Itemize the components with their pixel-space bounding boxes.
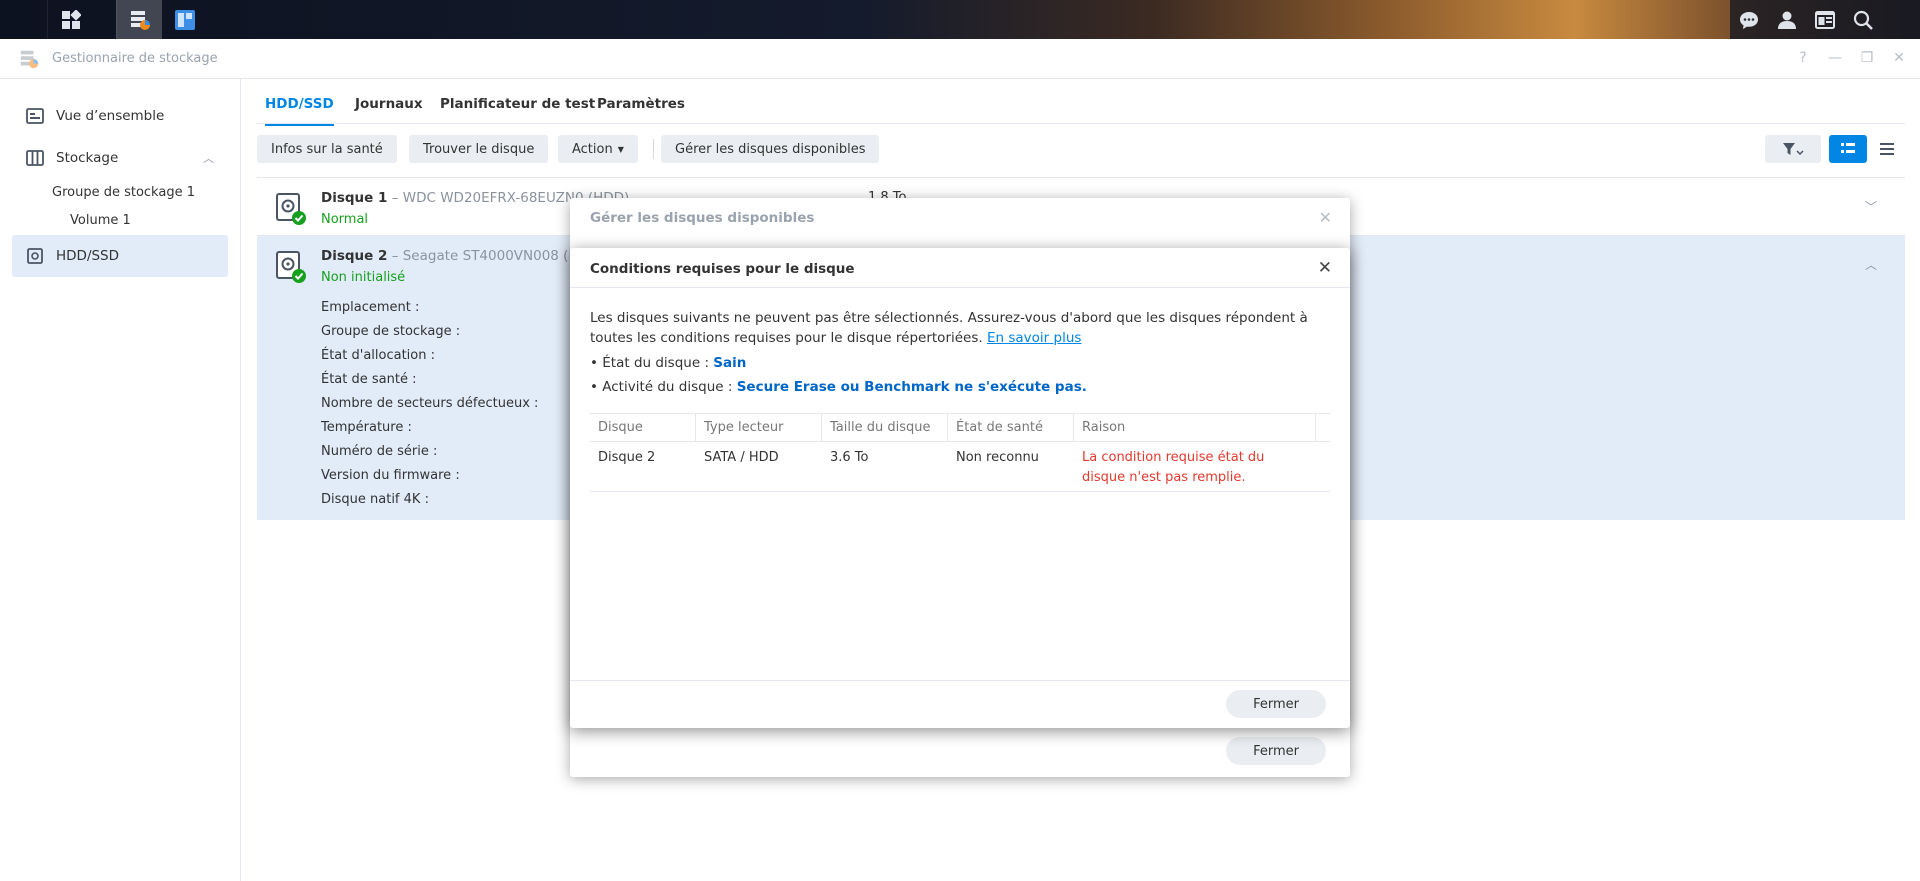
list-view-button[interactable] — [1829, 135, 1867, 163]
dialog-footer: Fermer — [570, 680, 1350, 728]
cell-health: Non reconnu — [956, 450, 1039, 465]
close-button[interactable]: Fermer — [1226, 737, 1326, 765]
health-info-button[interactable]: Infos sur la santé — [257, 135, 397, 163]
dialog-title: Gérer les disques disponibles — [590, 210, 815, 226]
condition-disk-state: • État du disque : Sain — [590, 355, 747, 371]
main-menu-button[interactable] — [47, 0, 93, 39]
filter-button[interactable] — [1765, 135, 1821, 163]
detail-list-icon — [1841, 143, 1855, 153]
filter-icon — [1783, 143, 1804, 156]
tab-test-scheduler[interactable]: Planificateur de test — [440, 96, 595, 112]
chevron-up-icon[interactable]: ︿ — [203, 150, 214, 166]
sidebar-item-storage[interactable]: Stockage ︿ — [12, 137, 228, 179]
app-window-icon — [175, 9, 195, 30]
sidebar-item-volume-1[interactable]: Volume 1 — [70, 213, 131, 228]
close-icon[interactable]: ✕ — [1318, 258, 1332, 278]
action-label: Action — [572, 141, 613, 157]
disk-status: Normal — [321, 212, 369, 227]
sidebar-item-hdd-ssd[interactable]: HDD/SSD — [12, 235, 228, 277]
maximize-icon[interactable]: ❐ — [1858, 49, 1876, 67]
sidebar-item-label: Vue d’ensemble — [56, 108, 165, 124]
disk-requirements-dialog: Conditions requises pour le disque ✕ Les… — [570, 248, 1350, 728]
disk-name: Disque 2 – Seagate ST4000VN008 (H — [321, 248, 579, 264]
detail-firmware-label: Version du firmware : — [321, 468, 460, 483]
minimize-icon[interactable]: — — [1826, 49, 1844, 67]
detail-4k-native-label: Disque natif 4K : — [321, 492, 429, 507]
tab-bar: HDD/SSD Journaux Planificateur de test P… — [257, 79, 1905, 126]
action-button[interactable]: Action ▼ — [558, 135, 638, 163]
storage-icon — [26, 149, 44, 167]
sidebar-item-storage-pool-1[interactable]: Groupe de stockage 1 — [52, 185, 195, 200]
sidebar-item-label: HDD/SSD — [56, 248, 120, 264]
taskbar — [0, 0, 1920, 39]
window-title: Gestionnaire de stockage — [52, 51, 218, 66]
detail-temperature-label: Température : — [321, 420, 412, 435]
chevron-down-icon[interactable]: ﹀ — [1865, 198, 1877, 215]
sidebar: Vue d’ensemble Stockage ︿ Groupe de stoc… — [0, 79, 241, 881]
column-header[interactable]: Disque — [590, 414, 696, 442]
tab-hdd-ssd[interactable]: HDD/SSD — [265, 96, 334, 126]
detail-location-label: Emplacement : — [321, 300, 420, 315]
hdd-icon — [26, 247, 44, 265]
taskbar-tray — [1730, 0, 1920, 39]
taskbar-storage-manager[interactable] — [116, 0, 162, 39]
close-icon[interactable]: ✕ — [1319, 208, 1332, 227]
help-icon[interactable]: ? — [1794, 49, 1812, 67]
compact-view-button[interactable] — [1869, 135, 1905, 163]
disk-status: Non initialisé — [321, 270, 406, 285]
column-header[interactable]: État de santé — [948, 414, 1074, 442]
learn-more-link[interactable]: En savoir plus — [987, 330, 1081, 346]
table-header: Disque Type lecteur Taille du disque Éta… — [590, 413, 1330, 442]
caret-down-icon: ▼ — [617, 144, 624, 154]
grid-icon — [61, 9, 81, 29]
sidebar-item-label: Stockage — [56, 150, 119, 166]
chat-icon[interactable] — [1730, 0, 1768, 39]
cell-size: 3.6 To — [830, 450, 869, 465]
column-header[interactable]: Raison — [1074, 414, 1316, 442]
cell-reason: La condition requise état du disque n'es… — [1082, 450, 1265, 485]
toolbar: Infos sur la santé Trouver le disque Act… — [257, 135, 1905, 165]
column-header[interactable]: Taille du disque — [822, 414, 948, 442]
user-icon[interactable] — [1768, 0, 1806, 39]
storage-manager-icon — [130, 10, 150, 30]
locate-disk-button[interactable]: Trouver le disque — [409, 135, 549, 163]
condition-disk-activity: • Activité du disque : Secure Erase ou B… — [590, 379, 1087, 395]
table-row[interactable]: Disque 2 SATA / HDD 3.6 To Non reconnu L… — [590, 442, 1330, 492]
toolbar-divider — [653, 139, 654, 159]
detail-health-label: État de santé : — [321, 372, 417, 387]
overview-icon — [26, 107, 44, 125]
search-icon[interactable] — [1844, 0, 1882, 39]
condition-value: Sain — [713, 355, 747, 371]
detail-storage-pool-label: Groupe de stockage : — [321, 324, 461, 339]
close-button[interactable]: Fermer — [1226, 690, 1326, 718]
tab-logs[interactable]: Journaux — [355, 96, 423, 112]
detail-serial-label: Numéro de série : — [321, 444, 438, 459]
dialog-message: Les disques suivants ne peuvent pas être… — [590, 310, 1308, 346]
dialog-header: Conditions requises pour le disque ✕ — [570, 248, 1350, 288]
menu-list-icon — [1880, 143, 1894, 155]
column-header[interactable]: Type lecteur — [696, 414, 822, 442]
sidebar-item-overview[interactable]: Vue d’ensemble — [12, 95, 228, 137]
hdd-healthy-icon — [275, 192, 307, 230]
close-icon[interactable]: ✕ — [1890, 49, 1908, 67]
storage-manager-icon — [18, 48, 40, 74]
disk-model: – Seagate ST4000VN008 (H — [387, 248, 579, 264]
detail-bad-sectors-label: Nombre de secteurs défectueux : — [321, 396, 539, 411]
hdd-healthy-icon — [275, 250, 307, 288]
tab-settings[interactable]: Paramètres — [597, 96, 685, 112]
window-titlebar[interactable]: Gestionnaire de stockage ? — ❐ ✕ — [0, 39, 1920, 79]
dialog-title: Conditions requises pour le disque — [590, 261, 855, 277]
chevron-up-icon[interactable]: ︿ — [1865, 256, 1877, 273]
detail-allocation-label: État d'allocation : — [321, 348, 436, 363]
condition-value: Secure Erase ou Benchmark ne s'exécute p… — [736, 379, 1087, 395]
cell-disk: Disque 2 — [598, 450, 656, 465]
manage-available-disks-button[interactable]: Gérer les disques disponibles — [661, 135, 880, 163]
taskbar-app-2[interactable] — [162, 0, 208, 39]
cell-type: SATA / HDD — [704, 450, 779, 465]
widgets-icon[interactable] — [1806, 0, 1844, 39]
